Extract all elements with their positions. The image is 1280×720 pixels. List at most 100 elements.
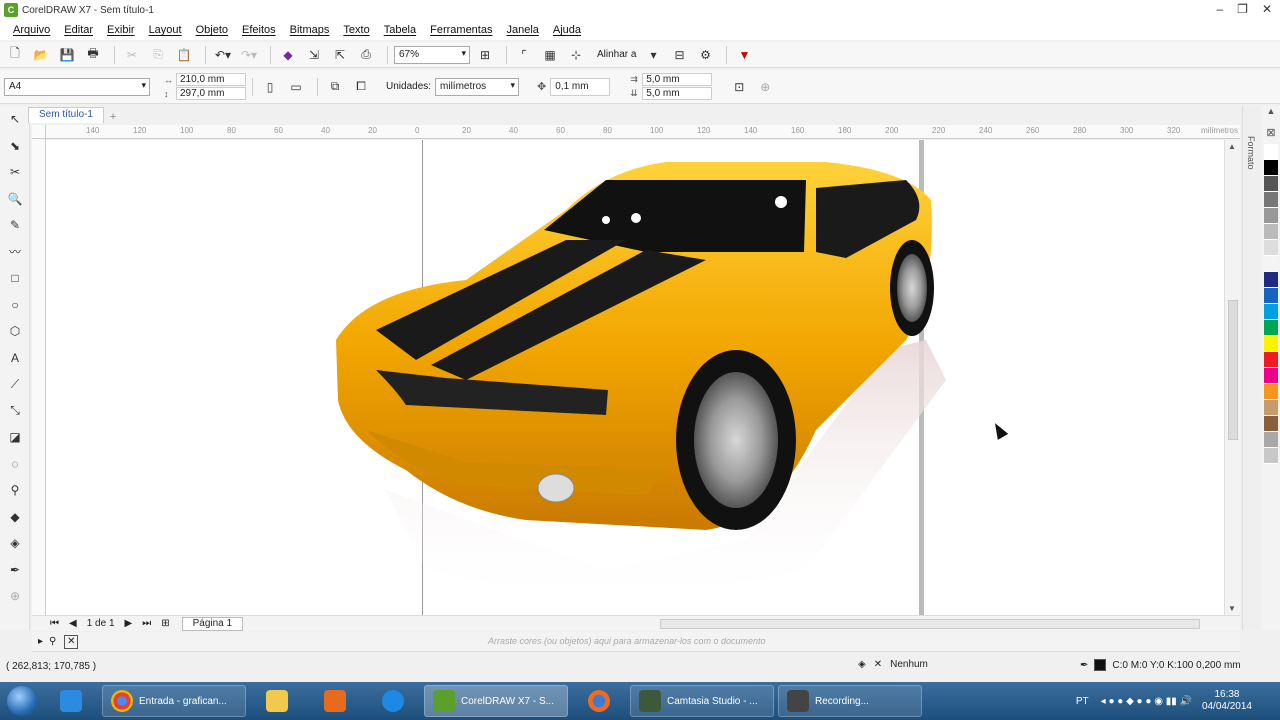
export-icon[interactable]: ⇱ xyxy=(329,45,351,65)
cut-icon[interactable]: ✂ xyxy=(121,45,143,65)
scroll-up-arrow-icon[interactable]: ▲ xyxy=(1228,142,1236,151)
palette-swatch[interactable] xyxy=(1264,400,1278,416)
zoom-level-select[interactable]: 67% xyxy=(394,45,470,64)
outline-pen-icon[interactable]: ✒ xyxy=(0,557,30,584)
ruler-origin[interactable] xyxy=(32,125,46,139)
menu-bitmaps[interactable]: Bitmaps xyxy=(283,24,337,36)
options-icon[interactable]: ⚙ xyxy=(694,45,716,65)
drop-shadow-icon[interactable]: ◪ xyxy=(0,424,30,451)
artistic-media-icon[interactable]: 〰 xyxy=(0,239,30,266)
palette-options-arrow-icon[interactable]: ▸ xyxy=(38,636,43,647)
search-content-icon[interactable]: ◆ xyxy=(277,45,299,65)
drawing-canvas[interactable] xyxy=(46,140,1240,615)
no-color-icon[interactable]: ⊠ xyxy=(1262,126,1280,144)
rectangle-tool-icon[interactable]: □ xyxy=(0,265,30,292)
page-width-field[interactable]: 210,0 mm xyxy=(176,73,246,86)
ellipse-tool-icon[interactable]: ○ xyxy=(0,292,30,319)
menu-layout[interactable]: Layout xyxy=(142,24,189,36)
copy-icon[interactable]: ⎘ xyxy=(147,45,169,65)
full-screen-icon[interactable]: ⊞ xyxy=(474,45,496,65)
palette-swatch[interactable] xyxy=(1264,160,1278,176)
as-default-icon[interactable]: ⊡ xyxy=(728,77,750,97)
palette-swatch[interactable] xyxy=(1264,368,1278,384)
language-indicator[interactable]: PT xyxy=(1076,696,1089,707)
palette-swatch[interactable] xyxy=(1264,208,1278,224)
document-tab[interactable]: Sem título-1 xyxy=(28,107,104,123)
camaro-car-illustration[interactable] xyxy=(46,140,1240,615)
taskbar-media-icon[interactable] xyxy=(308,685,362,717)
taskbar-app-icon[interactable] xyxy=(366,685,420,717)
outline-color-swatch[interactable] xyxy=(1094,659,1107,671)
palette-swatch[interactable] xyxy=(1264,224,1278,240)
taskbar-ie-icon[interactable] xyxy=(44,685,98,717)
polygon-tool-icon[interactable]: ⬡ xyxy=(0,318,30,345)
menu-editar[interactable]: Editar xyxy=(57,24,100,36)
page-height-field[interactable]: 297,0 mm xyxy=(176,87,246,100)
page-size-select[interactable]: A4 xyxy=(4,77,150,96)
palette-swatch[interactable] xyxy=(1264,416,1278,432)
show-rulers-icon[interactable]: ⌜ xyxy=(513,45,535,65)
smart-fill-icon[interactable]: ◈ xyxy=(0,530,30,557)
palette-swatch[interactable] xyxy=(1264,288,1278,304)
all-pages-icon[interactable]: ⧉ xyxy=(324,77,346,97)
palette-swatch[interactable] xyxy=(1264,144,1278,160)
undo-icon[interactable]: ↶▾ xyxy=(212,45,234,65)
new-tab-icon[interactable]: + xyxy=(110,111,116,123)
document-no-color-icon[interactable]: ✕ xyxy=(64,634,79,649)
menu-janela[interactable]: Janela xyxy=(499,24,545,36)
taskbar-recording[interactable]: Recording... xyxy=(778,685,922,717)
palette-swatch[interactable] xyxy=(1264,240,1278,256)
portrait-icon[interactable]: ▯ xyxy=(259,77,281,97)
last-page-icon[interactable]: ⏭ xyxy=(142,618,151,629)
palette-swatch[interactable] xyxy=(1264,448,1278,464)
crop-tool-icon[interactable]: ✂ xyxy=(0,159,30,186)
restore-button[interactable]: ❐ xyxy=(1237,2,1248,16)
menu-tabela[interactable]: Tabela xyxy=(377,24,423,36)
palette-swatch[interactable] xyxy=(1264,272,1278,288)
taskbar-chrome[interactable]: Entrada - grafican... xyxy=(102,685,246,717)
shape-tool-icon[interactable]: ⬊ xyxy=(0,133,30,160)
quick-customize-icon[interactable]: ⊕ xyxy=(754,77,776,97)
open-icon[interactable]: 📂 xyxy=(30,45,52,65)
palette-swatch[interactable] xyxy=(1264,384,1278,400)
fill-icon[interactable]: ◈ xyxy=(858,659,866,670)
zoom-tool-icon[interactable]: 🔍 xyxy=(0,186,30,213)
outline-pen-status-icon[interactable]: ✒ xyxy=(1080,660,1088,671)
menu-objeto[interactable]: Objeto xyxy=(189,24,235,36)
start-button[interactable] xyxy=(0,682,44,720)
palette-swatch[interactable] xyxy=(1264,192,1278,208)
interactive-fill-icon[interactable]: ◆ xyxy=(0,504,30,531)
redo-icon[interactable]: ↷▾ xyxy=(238,45,260,65)
nudge-distance-field[interactable]: 0,1 mm xyxy=(550,77,611,96)
parallel-dimension-icon[interactable]: ⟋ xyxy=(0,371,30,398)
palette-swatch[interactable] xyxy=(1264,320,1278,336)
menu-ajuda[interactable]: Ajuda xyxy=(546,24,588,36)
menu-ferramentas[interactable]: Ferramentas xyxy=(423,24,499,36)
align-dropdown-arrow-icon[interactable]: ▾ xyxy=(642,45,664,65)
close-button[interactable]: ✕ xyxy=(1262,2,1272,16)
transparency-icon[interactable]: ◌ xyxy=(0,451,30,478)
new-document-icon[interactable]: 🗋 xyxy=(4,45,26,65)
welcome-screen-icon[interactable]: ⊟ xyxy=(668,45,690,65)
vertical-ruler[interactable] xyxy=(32,139,46,615)
prev-page-icon[interactable]: ◀ xyxy=(69,618,77,629)
add-page-icon[interactable]: ⊞ xyxy=(161,618,169,629)
application-launcher-icon[interactable]: ▼ xyxy=(733,45,755,65)
palette-swatch[interactable] xyxy=(1264,304,1278,320)
taskbar-firefox-icon[interactable] xyxy=(572,685,626,717)
current-page-icon[interactable]: ⧠ xyxy=(350,77,372,97)
next-page-icon[interactable]: ▶ xyxy=(125,618,133,629)
duplicate-y-field[interactable]: 5,0 mm xyxy=(642,87,713,100)
align-to-dropdown[interactable]: Alinhar a xyxy=(591,49,642,60)
publish-pdf-icon[interactable]: ⎙ xyxy=(355,45,377,65)
palette-swatch[interactable] xyxy=(1264,336,1278,352)
add-tool-icon[interactable]: ⊕ xyxy=(0,583,30,610)
tray-icons[interactable]: ◂ ● ● ◆ ● ● ◉ ▮▮ 🔊 xyxy=(1101,696,1192,707)
eyedropper-icon[interactable]: ⚲ xyxy=(0,477,30,504)
paste-icon[interactable]: 📋 xyxy=(173,45,195,65)
vertical-scrollbar[interactable]: ▲ ▼ xyxy=(1224,140,1240,615)
vertical-scroll-thumb[interactable] xyxy=(1228,300,1238,440)
taskbar-coreldraw[interactable]: CorelDRAW X7 - S... xyxy=(424,685,568,717)
freehand-tool-icon[interactable]: ✎ xyxy=(0,212,30,239)
scroll-down-arrow-icon[interactable]: ▼ xyxy=(1228,604,1236,613)
